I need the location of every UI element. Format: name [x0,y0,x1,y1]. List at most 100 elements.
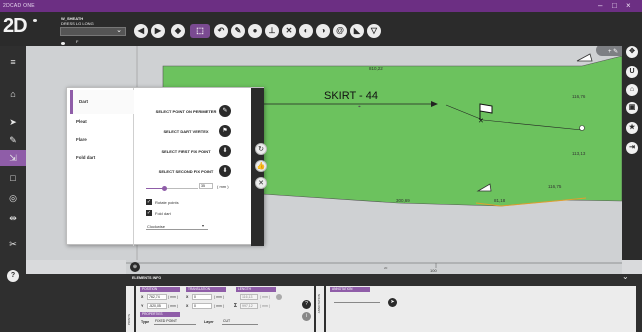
layer-row-f[interactable]: F [76,38,78,45]
measure-bottom: 300,69 [396,198,410,203]
crop-icon[interactable]: □ [0,170,26,186]
chevron-down-icon: ⌄ [116,27,122,34]
split-icon[interactable]: ⇹ [0,210,26,226]
total-length-input[interactable]: 997,12 [240,303,258,309]
ruler-svg: 0 100 20 [126,262,622,273]
fold-dart-checkbox[interactable]: ✓ [146,210,152,216]
annotation-input[interactable] [334,302,380,303]
minimize-button[interactable]: – [598,1,602,11]
select-first-fix-point-button[interactable]: SELECT FIRST FIX POINT [143,149,229,154]
total-length-unit: ( mm ) [260,304,271,308]
x-translation-input[interactable]: 0 [192,294,212,300]
export-icon[interactable]: ⇥ [626,142,638,154]
magnet-icon[interactable]: U [626,66,638,78]
measure-right-top: 116,76 [572,94,586,99]
curve-icon[interactable]: ↶ [214,24,228,38]
properties-section: PROPERTIES [140,312,180,317]
panel-header: ELEMENTS INFO [132,276,162,280]
direction-select[interactable]: Clockwise ▾ [146,223,208,230]
select-dart-vertex-button[interactable]: SELECT DART VERTEX [143,129,229,134]
menu-icon[interactable]: ≡ [0,54,26,70]
y-position-input[interactable]: -520,05 [147,303,167,309]
triangle-icon[interactable]: ◣ [350,24,364,38]
measure-bottom-right: 81,18 [494,198,506,203]
select-point-perimeter-button[interactable]: SELECT POINT ON PERIMETER [143,109,229,114]
select-tool-icon[interactable]: ⬚ [190,24,210,38]
ruler-mark-100: 100 [430,268,437,273]
cancel-icon[interactable]: ✕ [255,177,267,189]
bag-icon[interactable]: ⌂ [626,84,638,96]
rotate-points-checkbox[interactable]: ✓ [146,199,152,205]
eye-icon[interactable] [61,42,65,45]
help-icon[interactable]: ? [0,266,26,282]
maximize-button[interactable]: □ [612,1,617,11]
eraser-icon[interactable]: ◆ [171,24,185,38]
rotate-points-label: Rotate points [155,200,179,205]
mirror-icon[interactable]: ◐ [299,24,313,38]
select-second-fix-point-button[interactable]: SELECT SECOND FIX POINT [143,169,229,174]
title-bar: 2DCAD ONE – □ × [0,0,642,12]
zoom-icon[interactable]: ⊕ [130,262,140,272]
x-label: X [141,295,144,299]
flag-icon[interactable]: ⚑ [219,125,231,137]
y-translation-label: X [186,304,189,308]
right-toolbar: ✥ U ⌂ ▣ ★ ⇥ [622,46,642,260]
back-icon[interactable]: ◀ [134,24,148,38]
annotation-side-tab[interactable]: ANNOTATION [316,286,324,332]
send-icon[interactable]: ➤ [388,298,397,307]
x-unit: ( mm ) [168,295,179,299]
contrast-icon[interactable]: ◑ [316,24,330,38]
help-icon[interactable]: ? [302,300,311,309]
home-icon[interactable]: ⌂ [0,86,26,102]
info-icon[interactable]: i [302,312,311,321]
resize-icon[interactable]: ⇲ [0,150,26,166]
point-icon[interactable]: ● [248,24,262,38]
save-icon[interactable]: ▣ [626,102,638,114]
pin-icon[interactable]: ⬇ [219,165,231,177]
direction-select-value: Clockwise [147,224,166,229]
slider-thumb[interactable] [161,186,167,191]
diamond-icon[interactable]: ▽ [367,24,381,38]
annotation-side-label: ANNOTATION [317,294,321,314]
close-icon[interactable]: ✕ [282,24,296,38]
pin-icon[interactable]: ⬇ [219,145,231,157]
eye-icon[interactable] [33,19,37,22]
elements-info-panel: ELEMENTS INFO ⌄ POINTS POSITION TRANSLAT… [26,272,642,332]
length-unit: ( mm ) [260,295,271,299]
points-side-tab[interactable]: POINTS [126,286,134,332]
pin-icon[interactable] [576,53,593,62]
length-input[interactable]: 116,13 [240,294,258,300]
close-button[interactable]: × [626,1,631,11]
pointer-icon[interactable]: ➤ [0,114,26,130]
perpendicular-icon[interactable]: ⊥ [265,24,279,38]
tab-fold-dart[interactable]: Fold dart [70,146,134,170]
forward-icon[interactable]: ▶ [151,24,165,38]
thumbs-up-icon[interactable]: 👍 [255,160,267,172]
target-icon[interactable]: ◎ [0,190,26,206]
measure-right-mid: 113,13 [572,151,586,156]
add-icon[interactable]: ✥ [626,46,638,58]
x-translation-unit: ( mm ) [214,295,225,299]
pencil-icon[interactable]: ✎ [219,105,231,117]
svg-text:✕: ✕ [478,118,484,125]
layer-select[interactable]: CUT [222,319,258,325]
slider-track[interactable] [146,186,198,191]
x-position-input[interactable]: 762,74 [147,294,167,300]
y-translation-input[interactable]: 0 [192,303,212,309]
position-section: POSITION [140,287,180,292]
length-section: LENGTH [236,287,276,292]
refresh-icon[interactable]: ↻ [255,143,267,155]
star-icon[interactable]: ★ [626,122,638,134]
type-select[interactable]: FIXED POINT [154,319,196,325]
lock-icon[interactable] [276,294,282,300]
scissors-icon[interactable]: ✂ [0,236,26,252]
spiral-icon[interactable]: @ [333,24,347,38]
y-translation-unit: ( mm ) [214,304,225,308]
pen-icon[interactable]: ✎ [0,132,26,148]
chevron-down-icon[interactable]: ⌄ [622,272,629,281]
add-point-icon[interactable]: + ✎ [608,48,618,55]
pencil-icon[interactable]: ✎ [231,24,245,38]
slider-value-input[interactable]: 35 [199,183,213,189]
points-side-label: POINTS [127,314,131,326]
layer-dropdown[interactable]: ⌄ [60,27,126,36]
